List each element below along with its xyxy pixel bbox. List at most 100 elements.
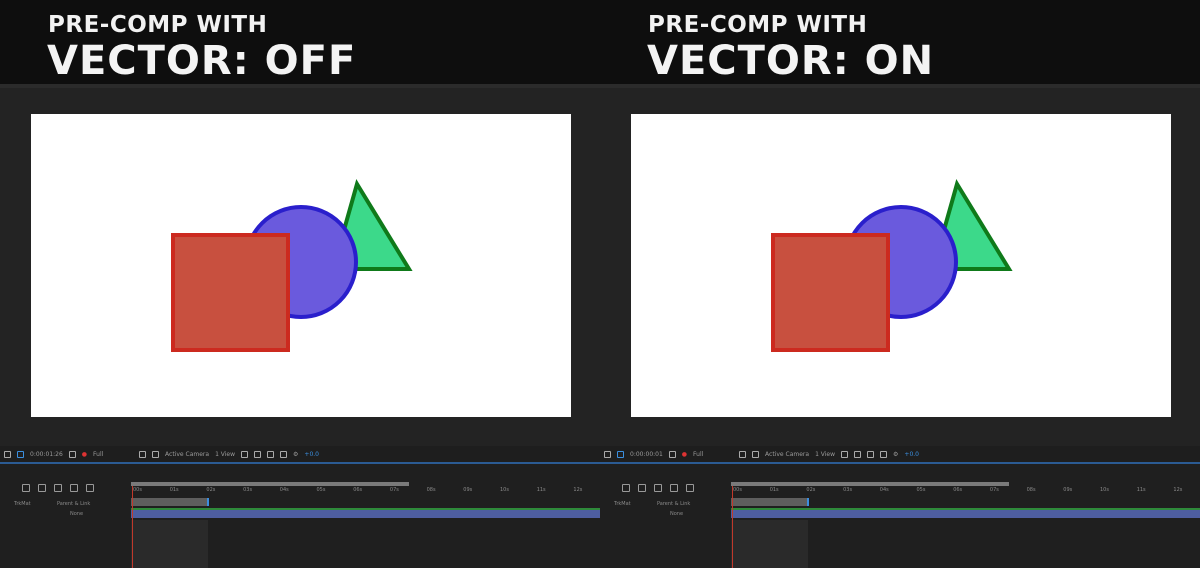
draft-3d-icon[interactable]: [622, 484, 630, 492]
comparison-panel: PRE-COMP WITH VECTOR: OFF 0:00:01:26 ● F…: [0, 0, 600, 568]
ruler-tick: 10s: [500, 487, 509, 493]
parent-select[interactable]: None: [70, 511, 83, 517]
ruler-tick: 07s: [389, 487, 399, 493]
viewer-toolbar: 0:00:00:01 ● Full Active Camera 1 View ⚙…: [600, 446, 1200, 462]
work-area-bar[interactable]: [731, 482, 1009, 486]
pixel-aspect-icon[interactable]: [241, 450, 249, 458]
motion-blur-icon[interactable]: [70, 484, 78, 492]
camera-select[interactable]: Active Camera: [165, 451, 209, 458]
layer-columns: TrkMat Parent & Link None: [600, 498, 730, 568]
resolution-select[interactable]: Full: [93, 451, 133, 458]
frame-blend-icon[interactable]: [54, 484, 62, 492]
parent-select[interactable]: None: [670, 511, 683, 517]
title-banner: PRE-COMP WITH VECTOR: ON: [600, 0, 1200, 84]
ruler-tick: 08s: [426, 487, 436, 493]
frame-blend-icon[interactable]: [654, 484, 662, 492]
camera-snapshot-icon[interactable]: [668, 450, 676, 458]
shy-icon[interactable]: [38, 484, 46, 492]
region-of-interest-icon[interactable]: [739, 450, 747, 458]
work-area-bar[interactable]: [131, 482, 409, 486]
shapes: [771, 179, 1013, 352]
pixel-aspect-icon[interactable]: [841, 450, 849, 458]
flowchart-icon[interactable]: [880, 450, 888, 458]
exposure-icon[interactable]: ⚙: [293, 451, 298, 458]
timeline-switches: [22, 484, 94, 492]
ruler-tick: 11s: [1136, 487, 1146, 493]
graph-editor-icon[interactable]: [86, 484, 94, 492]
red-square[interactable]: [771, 233, 890, 352]
ruler-tick: 04s: [279, 487, 289, 493]
ruler-tick: 08s: [1026, 487, 1036, 493]
ruler-tick: 06s: [953, 487, 963, 493]
transparency-grid-icon[interactable]: [152, 450, 160, 458]
title-line-1: PRE-COMP WITH: [648, 12, 868, 38]
mask-icon[interactable]: [617, 450, 624, 458]
parent-link-header: Parent & Link: [57, 501, 91, 507]
exposure-value[interactable]: +0.0: [904, 451, 919, 458]
fast-preview-icon[interactable]: [254, 450, 262, 458]
ruler-tick: 03s: [243, 487, 253, 493]
fast-preview-icon[interactable]: [854, 450, 862, 458]
ruler-tick: 05s: [916, 487, 926, 493]
resolution-select[interactable]: Full: [693, 451, 733, 458]
color-channels-icon[interactable]: ●: [82, 451, 87, 458]
ruler-tick: 01s: [169, 487, 179, 493]
title-line-2: VECTOR: ON: [647, 38, 935, 84]
ruler-tick: 06s: [353, 487, 363, 493]
ruler-tick: 12s: [573, 487, 583, 493]
camera-snapshot-icon[interactable]: [68, 450, 76, 458]
view-layout-select[interactable]: 1 View: [815, 451, 835, 458]
ruler-tick: 00s: [133, 487, 142, 493]
composition-canvas[interactable]: [631, 114, 1171, 417]
ruler-tick: 00s: [733, 487, 742, 493]
ruler-tick: 05s: [316, 487, 326, 493]
title-line-1: PRE-COMP WITH: [48, 12, 268, 38]
ruler-tick: 09s: [463, 487, 473, 493]
current-time[interactable]: 0:00:00:01: [630, 451, 663, 458]
ruler-tick: 04s: [879, 487, 889, 493]
parent-link-header: Parent & Link: [657, 501, 691, 507]
grid-icon[interactable]: [4, 450, 11, 458]
playhead[interactable]: [732, 486, 733, 568]
title-banner: PRE-COMP WITH VECTOR: OFF: [0, 0, 600, 84]
title-line-2: VECTOR: OFF: [47, 38, 357, 84]
transparency-grid-icon[interactable]: [752, 450, 760, 458]
layer-bar[interactable]: [131, 510, 600, 518]
ruler-tick: 02s: [206, 487, 216, 493]
timeline-icon[interactable]: [867, 450, 875, 458]
exposure-icon[interactable]: ⚙: [893, 451, 898, 458]
exposure-value[interactable]: +0.0: [304, 451, 319, 458]
ruler-tick: 07s: [989, 487, 999, 493]
composition-canvas[interactable]: [31, 114, 571, 417]
trkmat-header: TrkMat: [614, 501, 631, 507]
view-layout-select[interactable]: 1 View: [215, 451, 235, 458]
ruler-tick: 02s: [806, 487, 816, 493]
color-channels-icon[interactable]: ●: [682, 451, 687, 458]
trkmat-header: TrkMat: [14, 501, 31, 507]
motion-blur-icon[interactable]: [670, 484, 678, 492]
viewer-toolbar: 0:00:01:26 ● Full Active Camera 1 View ⚙…: [0, 446, 600, 462]
grid-icon[interactable]: [604, 450, 611, 458]
shy-icon[interactable]: [638, 484, 646, 492]
layer-bar[interactable]: [731, 510, 1200, 518]
ruler-tick: 12s: [1173, 487, 1183, 493]
current-time[interactable]: 0:00:01:26: [30, 451, 63, 458]
draft-3d-icon[interactable]: [22, 484, 30, 492]
ruler-tick: 11s: [536, 487, 546, 493]
camera-select[interactable]: Active Camera: [765, 451, 809, 458]
mask-icon[interactable]: [17, 450, 24, 458]
comparison-panel: PRE-COMP WITH VECTOR: ON 0:00:00:01 ● Fu…: [600, 0, 1200, 568]
playhead[interactable]: [132, 486, 133, 568]
layer-in-out-bar[interactable]: [731, 498, 809, 506]
graph-editor-icon[interactable]: [686, 484, 694, 492]
flowchart-icon[interactable]: [280, 450, 288, 458]
timeline-icon[interactable]: [267, 450, 275, 458]
layer-columns: TrkMat Parent & Link None: [0, 498, 130, 568]
region-of-interest-icon[interactable]: [139, 450, 147, 458]
timeline-switches: [622, 484, 694, 492]
keyframe-area: [131, 520, 208, 568]
shapes: [171, 179, 413, 352]
keyframe-area: [731, 520, 808, 568]
red-square[interactable]: [171, 233, 290, 352]
layer-in-out-bar[interactable]: [131, 498, 209, 506]
